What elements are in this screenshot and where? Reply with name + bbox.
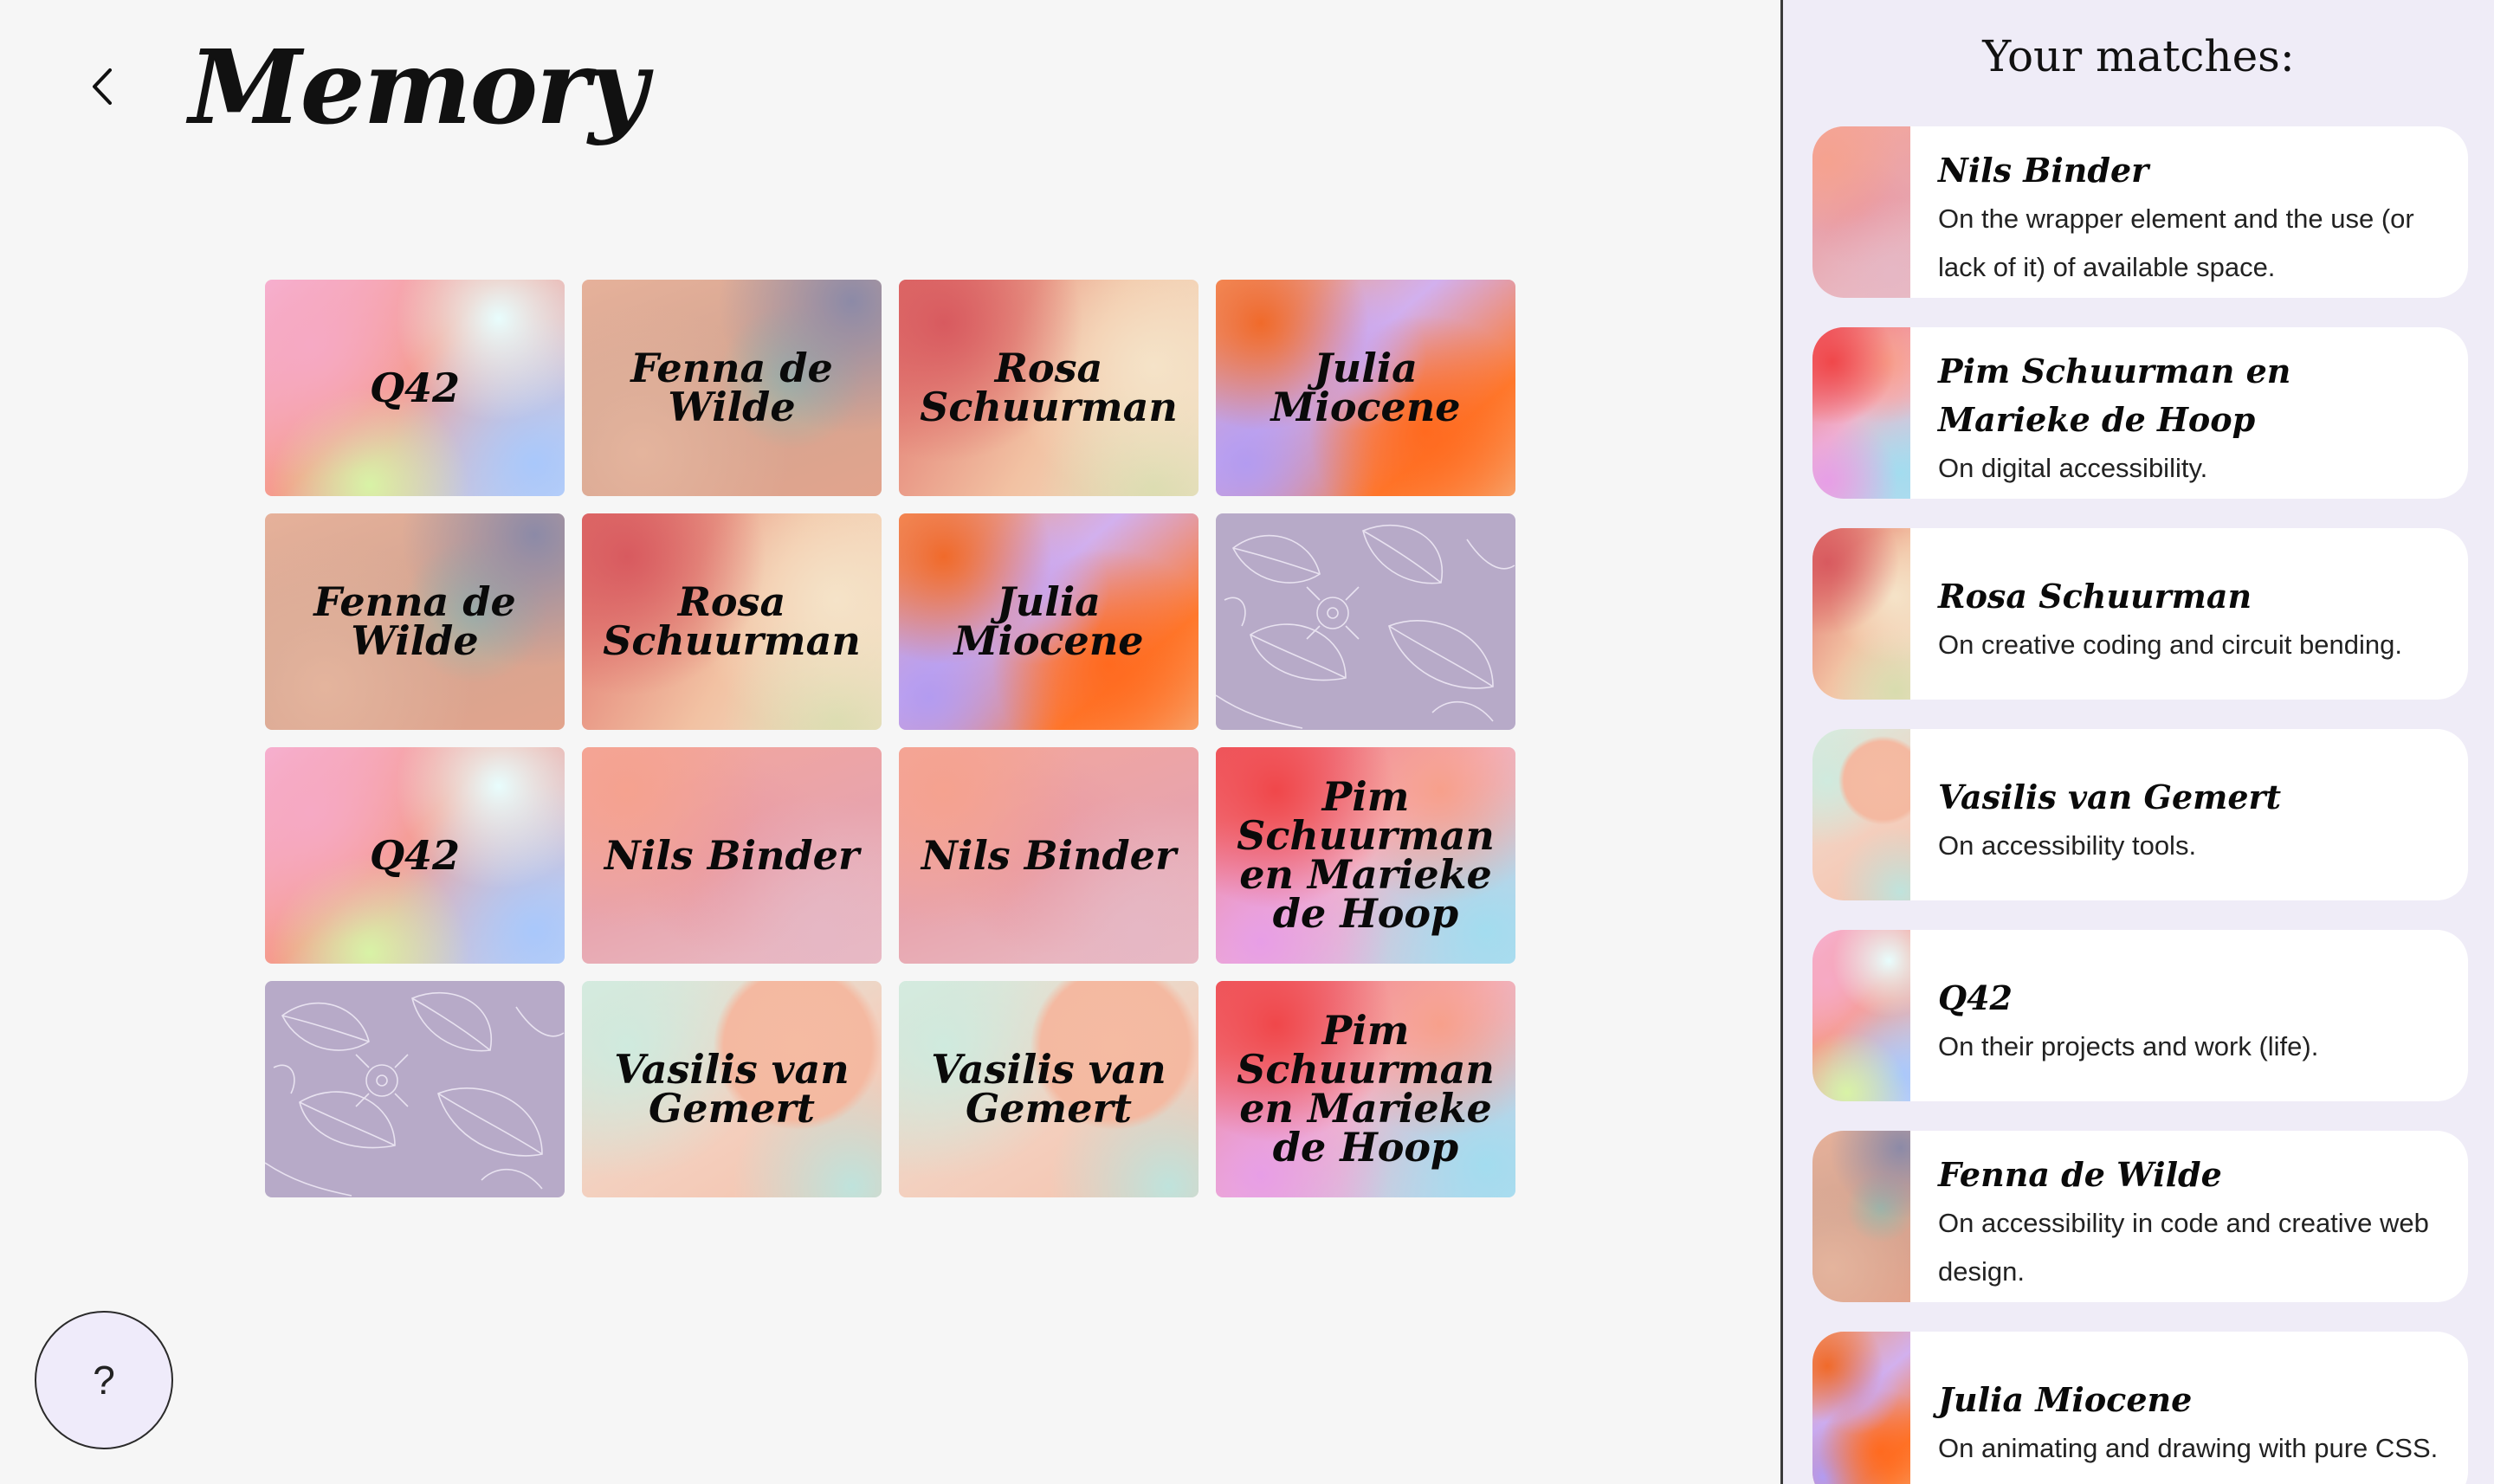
- card-label: Q42: [369, 364, 461, 411]
- card-label: Vasilis van Gemert: [931, 1046, 1166, 1132]
- memory-card[interactable]: Q42: [265, 747, 565, 964]
- match-name: Nils Binder: [1938, 151, 2149, 190]
- card-label: Vasilis van Gemert: [614, 1046, 850, 1132]
- memory-card[interactable]: Q42: [265, 280, 565, 496]
- match-item[interactable]: Q42 On their projects and work (life).: [1812, 930, 2468, 1101]
- memory-card[interactable]: Rosa Schuurman: [899, 280, 1199, 496]
- memory-card[interactable]: Pim Schuurman en Marieke de Hoop: [1216, 981, 1515, 1197]
- match-description: On the wrapper element and the use (or l…: [1938, 203, 2414, 282]
- memory-card[interactable]: Vasilis van Gemert: [899, 981, 1199, 1197]
- match-item[interactable]: Pim Schuurman en Marieke de Hoop On digi…: [1812, 327, 2468, 499]
- back-button[interactable]: [76, 61, 128, 113]
- match-thumbnail: [1812, 327, 1910, 499]
- card-label: Nils Binder: [921, 831, 1177, 879]
- match-thumbnail: [1812, 1332, 1910, 1484]
- match-description: On creative coding and circuit bending.: [1938, 629, 2402, 660]
- memory-board: Q42 Fenna de Wilde Rosa Schuurman Julia …: [265, 280, 1517, 1198]
- memory-card[interactable]: Vasilis van Gemert: [582, 981, 882, 1197]
- matches-list: Nils Binder On the wrapper element and t…: [1812, 126, 2468, 1484]
- match-thumbnail: [1812, 930, 1910, 1101]
- match-thumbnail: [1812, 126, 1910, 298]
- match-name: Fenna de Wilde: [1938, 1155, 2222, 1194]
- memory-card-facedown[interactable]: [265, 981, 565, 1197]
- match-thumbnail: [1812, 1131, 1910, 1302]
- memory-card-facedown[interactable]: [1216, 513, 1515, 730]
- card-label: Julia Miocene: [953, 578, 1144, 664]
- card-label: Julia Miocene: [1270, 345, 1461, 430]
- chevron-left-icon: [93, 68, 112, 105]
- memory-card[interactable]: Fenna de Wilde: [265, 513, 565, 730]
- match-name: Q42: [1938, 978, 2013, 1017]
- card-label: Rosa Schuurman: [603, 578, 861, 664]
- memory-card[interactable]: Julia Miocene: [899, 513, 1199, 730]
- leaf-pattern: [265, 991, 565, 1197]
- match-item[interactable]: Nils Binder On the wrapper element and t…: [1812, 126, 2468, 298]
- card-label: Pim Schuurman en Marieke de Hoop: [1237, 773, 1495, 937]
- match-item[interactable]: Fenna de Wilde On accessibility in code …: [1812, 1131, 2468, 1302]
- match-description: On accessibility tools.: [1938, 830, 2197, 861]
- help-button[interactable]: ?: [35, 1311, 173, 1449]
- card-label: Pim Schuurman en Marieke de Hoop: [1237, 1007, 1495, 1171]
- match-name: Vasilis van Gemert: [1938, 777, 2282, 816]
- leaf-pattern: [1216, 524, 1515, 729]
- memory-card[interactable]: Rosa Schuurman: [582, 513, 882, 730]
- memory-card[interactable]: Nils Binder: [899, 747, 1199, 964]
- match-name: Rosa Schuurman: [1938, 577, 2252, 616]
- card-label: Nils Binder: [604, 831, 860, 879]
- card-label: Fenna de Wilde: [313, 578, 516, 664]
- match-thumbnail: [1812, 729, 1910, 900]
- page-title: Memory: [189, 27, 648, 147]
- card-label: Fenna de Wilde: [630, 345, 833, 430]
- match-description: On their projects and work (life).: [1938, 1031, 2319, 1061]
- match-name: Pim Schuurman en Marieke de Hoop: [1938, 352, 2291, 439]
- card-label: Q42: [369, 831, 461, 879]
- match-description: On animating and drawing with pure CSS.: [1938, 1433, 2439, 1463]
- match-item[interactable]: Rosa Schuurman On creative coding and ci…: [1812, 528, 2468, 700]
- card-label: Rosa Schuurman: [920, 345, 1178, 430]
- match-description: On digital accessibility.: [1938, 453, 2208, 483]
- match-item[interactable]: Vasilis van Gemert On accessibility tool…: [1812, 729, 2468, 900]
- match-thumbnail: [1812, 528, 1910, 700]
- memory-card[interactable]: Pim Schuurman en Marieke de Hoop: [1216, 747, 1515, 964]
- match-item[interactable]: Julia Miocene On animating and drawing w…: [1812, 1332, 2468, 1484]
- matches-sidebar: Your matches: Nils Binder On the wrapper…: [1780, 0, 2494, 1484]
- sidebar-title: Your matches:: [1982, 31, 2295, 81]
- match-name: Julia Miocene: [1938, 1380, 2193, 1419]
- match-description: On accessibility in code and creative we…: [1938, 1208, 2429, 1287]
- memory-card[interactable]: Julia Miocene: [1216, 280, 1515, 496]
- memory-card[interactable]: Fenna de Wilde: [582, 280, 882, 496]
- memory-card[interactable]: Nils Binder: [582, 747, 882, 964]
